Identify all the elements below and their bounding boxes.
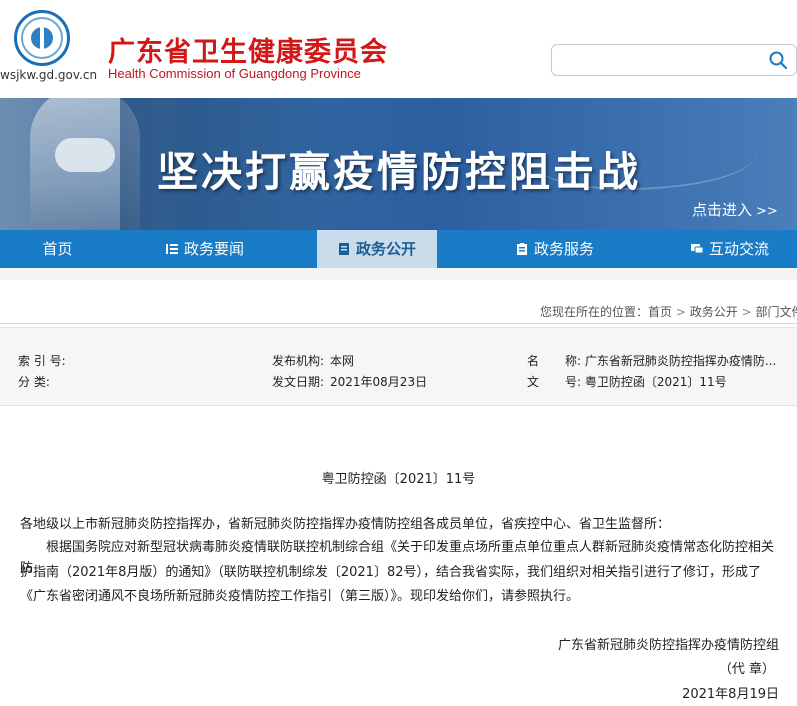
nav-item-services[interactable]: 政务服务 [500,230,610,268]
publisher-label: 发布机构: [272,354,325,368]
nav-item-home[interactable]: 首页 [0,230,115,268]
top-mark: ' [700,0,704,8]
nav-item-label: 政务公开 [355,240,416,258]
epidemic-banner[interactable]: 坚决打赢疫情防控阻击战 点击进入 >> [0,98,797,230]
chat-icon [690,244,703,254]
article-body-line: 护指南（2021年8月版）的通知》（联防联控机制综发〔2021〕82号），结合我… [20,565,761,580]
article-sign-date: 2021年8月19日 [682,687,779,702]
nav-item-open-government[interactable]: 政务公开 [317,230,437,268]
article-signatory-note: （代 章） [718,662,775,677]
site-title[interactable]: 广东省卫生健康委员会 [108,30,388,69]
breadcrumb: 您现在所在的位置：首页 > 政务公开 > 部门文件 [540,303,797,320]
publisher-value: 本网 [330,354,355,368]
search-input[interactable] [560,51,754,71]
site-title-english: Health Commission of Guangdong Province [108,66,361,81]
nav-item-label: 互动交流 [708,240,769,258]
list-icon [165,244,178,254]
article-signatory: 广东省新冠肺炎防控指挥办疫情防控组 [557,638,779,653]
site-header: ' ' wsjkw.gd.gov.cn 广东省卫生健康委员会 Health Co… [0,0,797,98]
date-label: 发文日期: [272,375,325,389]
clipboard-icon [516,243,527,255]
nav-sub-bar [0,268,797,280]
nav-item-label: 政务要闻 [183,240,244,258]
health-commission-logo-icon[interactable] [14,10,70,66]
breadcrumb-item-department-files[interactable]: 部门文件 [755,305,797,319]
date-value: 2021年08月23日 [330,375,428,389]
index-label: 索 引 号: [18,354,66,368]
search-icon[interactable] [768,50,788,70]
divider [0,323,797,324]
nav-item-interaction[interactable]: 互动交流 [675,230,785,268]
nav-item-label: 政务服务 [533,240,594,258]
name-label: 名 [527,354,540,368]
docno-label: 文 [527,375,540,389]
category-label: 分 类: [18,375,50,389]
docno-value: 号: 粤卫防控函〔2021〕11号 [565,375,727,389]
breadcrumb-item-home[interactable]: 首页 [648,305,672,319]
document-icon [338,243,349,255]
article-doc-number: 粤卫防控函〔2021〕11号 [321,472,476,487]
banner-title: 坚决打赢疫情防控阻击战 [157,148,641,196]
search-box[interactable] [551,44,797,76]
name-value: 称: 广东省新冠肺炎防控指挥办疫情防... [565,354,777,368]
document-info-table: 索 引 号: 发布机构: 本网 名 称: 广东省新冠肺炎防控指挥办疫情防... … [0,327,797,406]
breadcrumb-prefix: 您现在所在的位置： [540,305,649,319]
double-chevron-right-icon: >> [756,204,778,219]
banner-enter-link[interactable]: 点击进入 >> [692,199,778,220]
main-nav: 首页 政务要闻 政务公开 政务服务 互动交流 [0,230,797,268]
article-recipients: 各地级以上市新冠肺炎防控指挥办，省新冠肺炎防控指挥办疫情防控组各成员单位，省疾控… [20,517,671,532]
nav-item-news[interactable]: 政务要闻 [140,230,270,268]
breadcrumb-separator: > [741,305,752,319]
breadcrumb-separator: > [675,305,686,319]
nav-item-label: 首页 [42,240,73,258]
breadcrumb-item-open-government[interactable]: 政务公开 [690,305,738,319]
site-url[interactable]: wsjkw.gd.gov.cn [0,68,97,82]
banner-link-label: 点击进入 [692,201,753,219]
article-body-line: 《广东省密闭通风不良场所新冠肺炎疫情防控工作指引（第三版）》。现印发给你们，请参… [20,589,580,604]
top-mark: ' [768,0,772,8]
